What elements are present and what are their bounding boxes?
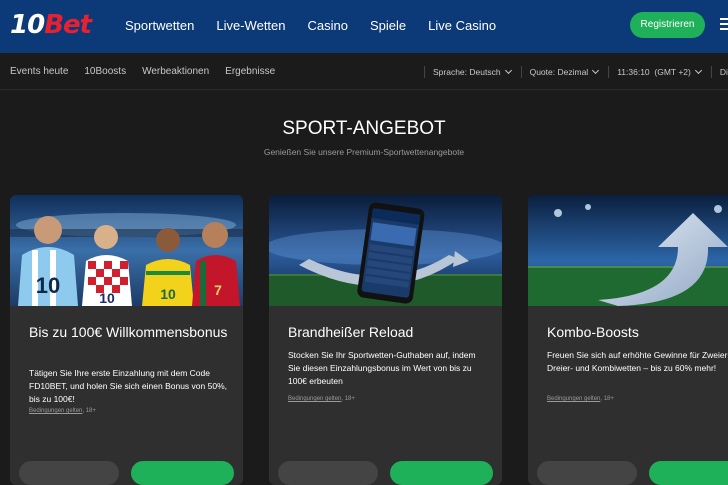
terms-link[interactable]: Bedingungen gelten [29, 408, 82, 414]
terms-link[interactable]: Bedingungen gelten [547, 396, 600, 402]
subnav-results[interactable]: Ergebnisse [225, 66, 275, 77]
promo-title: Brandheißer Reload [288, 324, 414, 340]
page-subtitle: Genießen Sie unsere Premium-Sportwettena… [263, 147, 465, 157]
chevron-down-icon [694, 66, 702, 75]
divider [520, 66, 522, 78]
claim-button[interactable] [131, 461, 234, 485]
clock-time: 11:36:10 [617, 67, 650, 77]
language-select[interactable]: Sprache: Deutsch [433, 66, 512, 77]
more-info-button[interactable] [19, 461, 119, 485]
promo-card-reload[interactable]: Brandheißer Reload Stocken Sie Ihr Sport… [269, 195, 502, 485]
more-info-button[interactable] [537, 461, 637, 485]
language-value: Deutsch [469, 67, 501, 77]
settings-bar: Sprache: Deutsch Quote: Dezimal 11:36:10… [424, 66, 728, 78]
divider [608, 66, 610, 78]
sub-nav: Events heute 10Boosts Werbeaktionen Erge… [10, 66, 291, 77]
terms-text: Bedingungen gelten, 18+ [29, 408, 96, 414]
top-header: 10Bet Sportwetten Live-Wetten Casino Spi… [0, 0, 728, 53]
promo-card-welcome[interactable]: 10 10 10 7 Bis zu 100€ Willkommensbonus … [10, 195, 243, 485]
chevron-down-icon [504, 66, 512, 75]
main-nav: Sportwetten Live-Wetten Casino Spiele Li… [125, 18, 518, 33]
promo-image-phone-stadium [269, 195, 502, 306]
menu-icon[interactable] [720, 18, 728, 32]
nav-live-wetten[interactable]: Live-Wetten [216, 18, 285, 33]
claim-button[interactable] [649, 461, 728, 485]
promo-image-arrow-stadium [528, 195, 728, 306]
age-restriction: , 18+ [341, 396, 355, 402]
timezone-value: (GMT +2) [654, 67, 691, 77]
divider [424, 66, 425, 78]
divider [710, 66, 712, 78]
sub-header: Events heute 10Boosts Werbeaktionen Erge… [0, 53, 728, 90]
terms-text: Bedingungen gelten, 18+ [547, 396, 614, 402]
terms-text: Bedingungen gelten, 18+ [288, 396, 355, 402]
age-restriction: , 18+ [82, 408, 96, 414]
language-label: Sprache: [433, 67, 468, 77]
nav-spiele[interactable]: Spiele [370, 18, 406, 33]
logo[interactable]: 10Bet [10, 10, 92, 40]
odds-select[interactable]: Quote: Dezimal [529, 66, 600, 77]
logo-word: Bet [44, 10, 92, 40]
odds-label: Quote: [529, 67, 556, 77]
nav-sportwetten[interactable]: Sportwetten [125, 18, 194, 33]
svg-text:10: 10 [36, 273, 60, 298]
chevron-down-icon [592, 66, 600, 75]
subnav-10boosts[interactable]: 10Boosts [84, 66, 126, 77]
promo-image-footballers: 10 10 10 7 [10, 195, 243, 306]
age-restriction: , 18+ [600, 396, 614, 402]
page-title: SPORT-ANGEBOT [282, 118, 446, 139]
subnav-events-today[interactable]: Events heute [10, 66, 68, 77]
promo-title: Kombo-Boosts [547, 324, 639, 340]
promo-description: Stocken Sie Ihr Sportwetten-Guthaben auf… [288, 350, 476, 386]
terms-link[interactable]: Bedingungen gelten [288, 396, 341, 402]
svg-text:10: 10 [160, 286, 176, 302]
nav-casino[interactable]: Casino [308, 18, 348, 33]
more-info-button[interactable] [278, 461, 378, 485]
timezone-select[interactable]: 11:36:10 (GMT +2) [617, 66, 702, 77]
odds-value: Dezimal [557, 67, 589, 77]
svg-text:10: 10 [99, 290, 115, 306]
logo-number: 10 [10, 10, 45, 40]
promo-title: Bis zu 100€ Willkommensbonus [29, 324, 228, 340]
claim-button[interactable] [390, 461, 493, 485]
date-display: Di, Ju [719, 67, 728, 77]
subnav-promotions[interactable]: Werbeaktionen [142, 66, 209, 77]
svg-text:7: 7 [214, 282, 222, 298]
nav-live-casino[interactable]: Live Casino [428, 18, 496, 33]
promo-description: Tätigen Sie Ihre erste Einzahlung mit de… [29, 368, 227, 404]
promo-card-combo-boosts[interactable]: Kombo-Boosts Freuen Sie sich auf erhöhte… [528, 195, 728, 485]
register-button[interactable]: Registrieren [630, 12, 705, 38]
promo-description: Freuen Sie sich auf erhöhte Gewinne für … [547, 350, 728, 373]
